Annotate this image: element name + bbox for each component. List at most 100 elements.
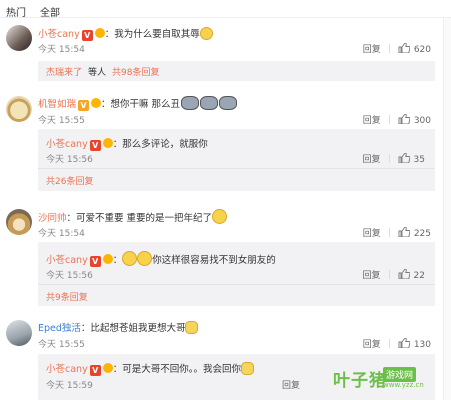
like-count: 22 — [413, 271, 425, 281]
like-button[interactable]: 300 — [398, 114, 431, 126]
reply-button[interactable]: 回复 — [363, 155, 381, 165]
divider — [388, 44, 390, 53]
colon: ： — [112, 139, 123, 150]
divider — [38, 168, 435, 169]
username-link[interactable]: 小苍cany — [38, 29, 80, 40]
thumbs-up-icon — [398, 227, 410, 237]
more-replies: 杰瑞来了 等人 共98条回复 — [46, 65, 159, 78]
divider — [38, 284, 435, 285]
username-link[interactable]: 沙同帅 — [38, 213, 67, 224]
comment-tabs: 热门 全部 — [0, 0, 451, 19]
like-button[interactable]: 22 — [398, 269, 425, 281]
reply-button[interactable]: 回复 — [363, 229, 381, 239]
comment-actions: 回复 130 — [363, 337, 431, 350]
watermark-logo: 叶子猪 游戏网 www.yzz.cn — [323, 364, 441, 394]
thumbs-up-icon — [398, 338, 410, 348]
more-replies-bar: 杰瑞来了 等人 共98条回复 — [38, 61, 435, 81]
avatar[interactable] — [6, 25, 32, 51]
avatar[interactable] — [6, 96, 32, 122]
reply-button[interactable]: 回复 — [282, 381, 300, 391]
username-link[interactable]: 小苍cany — [46, 255, 88, 266]
tab-hot[interactable]: 热门 — [6, 4, 26, 19]
divider — [388, 339, 390, 348]
divider — [388, 270, 390, 279]
thumbs-up-icon — [398, 43, 410, 53]
like-button[interactable]: 225 — [398, 227, 431, 239]
comment-item: 小苍cany V ：我为什么要自取其辱 今天 15:54 回复 620 杰瑞来了 等人共… — [0, 22, 443, 84]
like-count: 130 — [413, 340, 431, 350]
cat-emoji-icon — [185, 321, 199, 334]
avatar[interactable] — [6, 320, 32, 346]
tab-all[interactable]: 全部 — [40, 4, 60, 19]
more-replies-link[interactable]: 共26条回复 — [46, 177, 93, 187]
reply-button[interactable]: 回复 — [363, 271, 381, 281]
timestamp: 今天 15:56 — [46, 155, 93, 165]
reply-button[interactable]: 回复 — [363, 45, 381, 55]
like-count: 620 — [413, 45, 431, 55]
reply-button[interactable]: 回复 — [363, 340, 381, 350]
colon: ： — [112, 255, 123, 266]
timestamp: 今天 15:59 — [46, 381, 93, 391]
husky-emoji-icon — [200, 96, 219, 110]
timestamp: 今天 15:54 — [38, 229, 85, 239]
like-button[interactable]: 620 — [398, 43, 431, 55]
username-link[interactable]: Eped独活 — [38, 323, 81, 334]
comment-actions: 回复 225 — [363, 226, 431, 239]
vip-badge-icon — [91, 98, 102, 108]
reply-button[interactable]: 回复 — [363, 116, 381, 126]
reply-line: 小苍cany V ： 你这样很容易找不到女朋友的 — [46, 251, 276, 267]
like-button[interactable]: 130 — [398, 338, 431, 350]
username-link[interactable]: 小苍cany — [46, 364, 88, 375]
comment-line: 机智如瑞 V ：想你干嘛 那么丑 — [38, 96, 238, 111]
more-replies-link[interactable]: 共9条回复 — [46, 293, 88, 303]
smile-emoji-icon — [212, 209, 228, 224]
timestamp: 今天 15:54 — [38, 45, 85, 55]
username-link[interactable]: 小苍cany — [46, 139, 88, 150]
watermark-tag: 游戏网 — [383, 367, 417, 382]
colon: ： — [112, 364, 123, 375]
more-replies: 共9条回复 — [46, 290, 88, 303]
reply-actions: 回复 — [282, 378, 300, 391]
verified-badge-icon: V — [89, 140, 101, 151]
reply-line: 小苍cany V ：那么多评论，就服你 — [46, 136, 208, 151]
thumbs-up-icon — [398, 153, 410, 163]
more-replies: 共26条回复 — [46, 174, 93, 187]
reply-user-link[interactable]: 杰瑞来了 — [46, 68, 82, 78]
husky-emoji-icon — [219, 96, 238, 110]
thumbs-up-icon — [398, 269, 410, 279]
colon: ： — [80, 323, 91, 334]
divider — [388, 154, 390, 163]
smile-emoji-icon — [122, 251, 138, 266]
reply-actions: 回复 22 — [363, 268, 425, 281]
comment-item: 机智如瑞 V ：想你干嘛 那么丑 今天 15:55 回复 300 小苍cany V ：那么… — [0, 92, 443, 202]
reply-box: 小苍cany V ：那么多评论，就服你 今天 15:56 回复 35 共26条回复 — [38, 129, 435, 191]
colon: ： — [104, 29, 115, 40]
reply-text: 可是大哥不回你。。我会回你 — [122, 364, 241, 375]
colon: ： — [101, 99, 111, 110]
husky-emoji-icon — [181, 96, 200, 110]
vip-badge-icon — [94, 28, 105, 38]
comment-line: 沙同帅：可爱不重要 重要的是一把年纪了 — [38, 209, 228, 224]
vip-badge-icon — [102, 138, 113, 148]
verified-badge-icon: V — [89, 256, 101, 267]
reply-text: 那么多评论，就服你 — [122, 139, 208, 150]
avatar[interactable] — [6, 209, 32, 235]
more-replies-link[interactable]: 共98条回复 — [112, 68, 159, 78]
comment-actions: 回复 620 — [363, 42, 431, 55]
scrollbar[interactable] — [443, 18, 451, 400]
username-link[interactable]: 机智如瑞 — [38, 99, 76, 110]
reply-actions: 回复 35 — [363, 152, 425, 165]
like-count: 225 — [413, 229, 431, 239]
like-button[interactable]: 35 — [398, 153, 425, 165]
watermark-brand: 叶子猪 — [333, 371, 387, 391]
timestamp: 今天 15:55 — [38, 340, 85, 350]
reply-line: 小苍cany V ：可是大哥不回你。。我会回你 — [46, 361, 254, 376]
like-count: 300 — [413, 116, 431, 126]
crying-emoji-icon — [199, 27, 213, 40]
like-count: 35 — [413, 155, 425, 165]
comment-text: 我为什么要自取其辱 — [114, 29, 200, 40]
smile-emoji-icon — [137, 251, 153, 266]
colon: ： — [66, 213, 77, 224]
reply-text: 你这样很容易找不到女朋友的 — [152, 255, 276, 266]
comment-line: 小苍cany V ：我为什么要自取其辱 — [38, 26, 213, 41]
